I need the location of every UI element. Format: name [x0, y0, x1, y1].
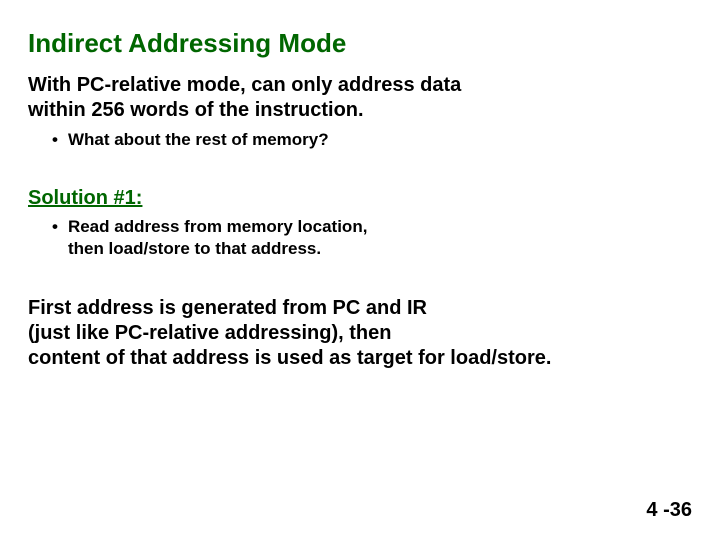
para2-line2: (just like PC-relative addressing), then: [28, 322, 391, 344]
bullet-dot-icon: •: [52, 129, 68, 151]
slide-title: Indirect Addressing Mode: [28, 28, 692, 59]
bullet2-line2: then load/store to that address.: [68, 239, 321, 258]
bullet2-line1: Read address from memory location,: [68, 217, 367, 236]
bullet-group-2: • Read address from memory location, the…: [52, 216, 692, 260]
bullet2-text: Read address from memory location, then …: [68, 216, 367, 260]
bullet1-text: What about the rest of memory?: [68, 129, 329, 151]
para2-line1: First address is generated from PC and I…: [28, 297, 427, 319]
para2-line3: content of that address is used as targe…: [28, 347, 551, 369]
slide-content: Indirect Addressing Mode With PC-relativ…: [0, 0, 720, 540]
paragraph-2: First address is generated from PC and I…: [28, 296, 692, 371]
solution-heading: Solution #1:: [28, 187, 692, 210]
paragraph-1: With PC-relative mode, can only address …: [28, 73, 692, 123]
bullet-item-2: • Read address from memory location, the…: [52, 216, 692, 260]
bullet-dot-icon: •: [52, 216, 68, 238]
para1-line1: With PC-relative mode, can only address …: [28, 74, 461, 96]
bullet-group-1: • What about the rest of memory?: [52, 129, 692, 151]
para1-line2: within 256 words of the instruction.: [28, 99, 364, 121]
page-number: 4 -36: [646, 499, 692, 522]
bullet-item-1: • What about the rest of memory?: [52, 129, 692, 151]
